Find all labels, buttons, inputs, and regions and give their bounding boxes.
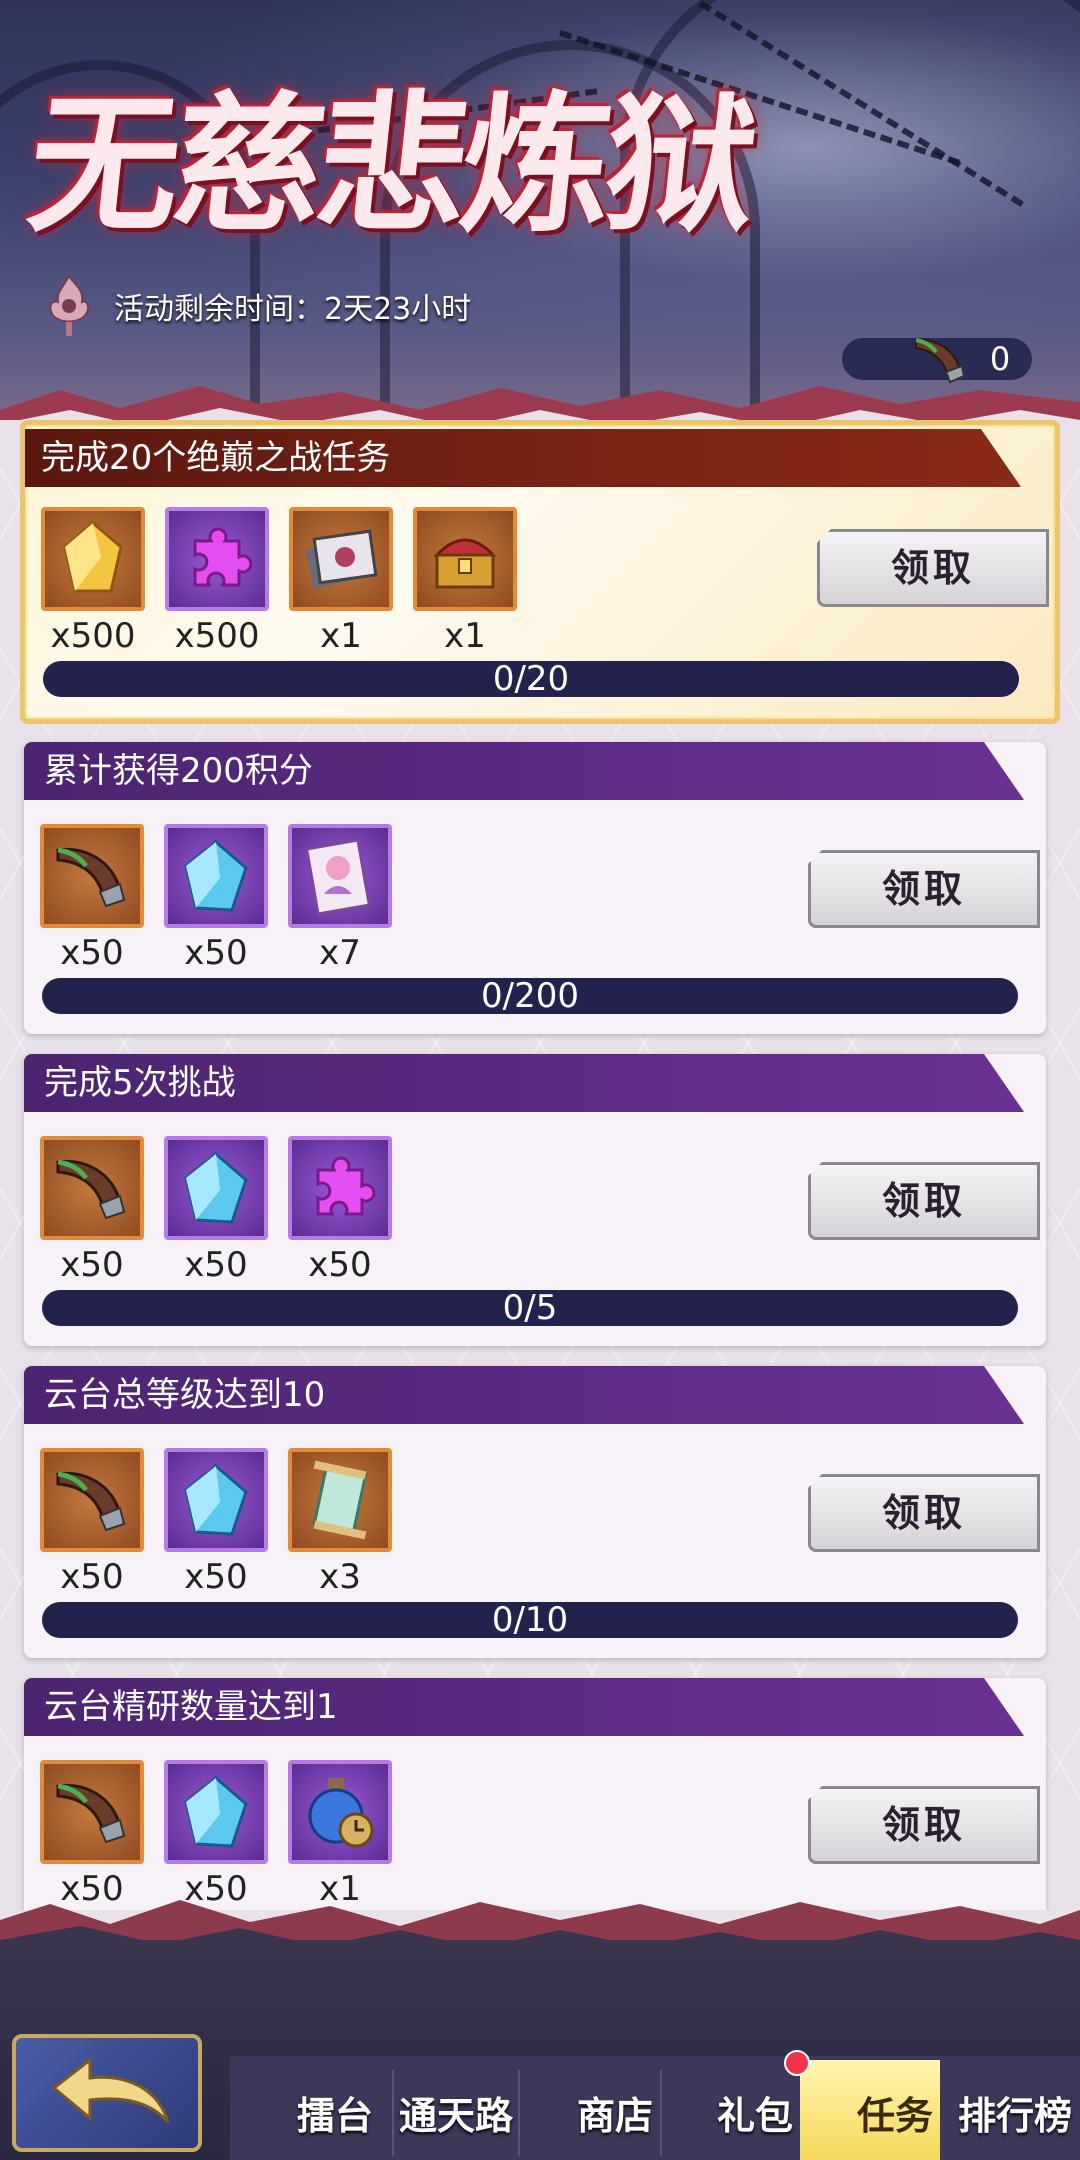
horn-icon — [910, 330, 970, 386]
event-timer: 活动剩余时间：2天23小时 — [114, 290, 471, 330]
progress-bar: 0/20 — [43, 661, 1019, 697]
task-title: 云台总等级达到10 — [24, 1366, 1024, 1424]
reward-item[interactable]: x1 — [288, 1760, 396, 1910]
reward-item[interactable]: x7 — [288, 824, 396, 978]
character-card-icon — [288, 824, 392, 928]
task-card: 云台总等级达到10 x50 x50 x3 领取 0/10 — [24, 1366, 1046, 1658]
reward-list: x50 x50 x1 — [40, 1760, 640, 1910]
reward-item[interactable]: x50 — [40, 1136, 148, 1290]
reward-item[interactable]: x50 — [40, 824, 148, 978]
back-button[interactable] — [12, 2034, 202, 2152]
event-title-logo: 无慈悲炼狱 — [20, 77, 760, 253]
tab-gift-pack[interactable]: 礼包 — [710, 2076, 800, 2156]
flame-sigil-icon — [36, 272, 102, 338]
task-list[interactable]: 完成20个绝巅之战任务 x500 x500 x1 x1 领取 0/20 累计获得… — [0, 420, 1080, 1910]
back-arrow-icon — [51, 2056, 170, 2124]
reward-quantity: x1 — [320, 616, 362, 656]
tab-tasks[interactable]: 任务 — [850, 2076, 940, 2156]
blue-crystal-icon — [164, 824, 268, 928]
event-header: 无慈悲炼狱 活动剩余时间：2天23小时 0 — [0, 0, 1080, 420]
reward-item[interactable]: x50 — [40, 1448, 148, 1602]
reward-quantity: x50 — [184, 1245, 248, 1285]
reward-item[interactable]: x500 — [165, 507, 273, 661]
reward-quantity: x1 — [444, 616, 486, 656]
blue-crystal-icon — [164, 1136, 268, 1240]
task-title: 完成5次挑战 — [24, 1054, 1024, 1112]
tab-arena[interactable]: 擂台 — [290, 2076, 380, 2156]
reward-item[interactable]: x3 — [288, 1448, 396, 1602]
reward-quantity: x3 — [319, 1557, 361, 1597]
reward-quantity: x50 — [308, 1245, 372, 1285]
tab-tower[interactable]: 通天路 — [396, 2076, 516, 2156]
tab-leaderboard[interactable]: 排行榜 — [950, 2076, 1080, 2156]
task-title: 累计获得200积分 — [24, 742, 1024, 800]
purple-puzzle-icon — [288, 1136, 392, 1240]
claim-button[interactable]: 领取 — [808, 850, 1040, 928]
reward-quantity: x50 — [184, 1557, 248, 1597]
progress-bar: 0/10 — [42, 1602, 1018, 1638]
task-card: 完成20个绝巅之战任务 x500 x500 x1 x1 领取 0/20 — [20, 420, 1060, 724]
tab-divider — [392, 2070, 394, 2156]
task-card: 累计获得200积分 x50 x50 x7 领取 0/200 — [24, 742, 1046, 1034]
torn-edge-decoration — [0, 386, 1080, 420]
task-title: 完成20个绝巅之战任务 — [25, 429, 1021, 487]
blue-crystal-icon — [164, 1760, 268, 1864]
horn-icon — [40, 1136, 144, 1240]
reward-item[interactable]: x50 — [164, 1136, 272, 1290]
reward-item[interactable]: x50 — [164, 1448, 272, 1602]
progress-bar: 0/5 — [42, 1290, 1018, 1326]
reward-list: x500 x500 x1 x1 — [41, 507, 641, 657]
currency-value: 0 — [989, 340, 1011, 378]
claim-button[interactable]: 领取 — [808, 1162, 1040, 1240]
reward-quantity: x500 — [50, 616, 136, 656]
reward-quantity: x50 — [60, 933, 124, 973]
card-stack-icon — [289, 507, 393, 611]
reward-item[interactable]: x50 — [40, 1760, 148, 1910]
scroll-icon — [288, 1448, 392, 1552]
reward-item[interactable]: x500 — [41, 507, 149, 661]
treasure-chest-icon — [413, 507, 517, 611]
claim-button[interactable]: 领取 — [817, 529, 1049, 607]
reward-item[interactable]: x50 — [164, 824, 272, 978]
reward-quantity: x7 — [319, 933, 361, 973]
timer-label: 活动剩余时间： — [114, 292, 324, 327]
reward-list: x50 x50 x50 — [40, 1136, 640, 1286]
task-card: 云台精研数量达到1 x50 x50 x1 领取 — [24, 1678, 1046, 1910]
notification-dot — [784, 2050, 810, 2076]
purple-puzzle-icon — [165, 507, 269, 611]
horn-icon — [40, 824, 144, 928]
reward-item[interactable]: x50 — [164, 1760, 272, 1910]
reward-list: x50 x50 x7 — [40, 824, 640, 974]
potion-clock-icon — [288, 1760, 392, 1864]
timer-value: 2天23小时 — [324, 292, 472, 327]
progress-bar: 0/200 — [42, 978, 1018, 1014]
claim-button[interactable]: 领取 — [808, 1786, 1040, 1864]
horn-icon — [40, 1760, 144, 1864]
reward-quantity: x50 — [184, 933, 248, 973]
tab-divider — [518, 2070, 520, 2156]
tab-divider — [660, 2070, 662, 2156]
horn-icon — [40, 1448, 144, 1552]
reward-item[interactable]: x1 — [413, 507, 521, 661]
reward-item[interactable]: x50 — [288, 1136, 396, 1290]
reward-item[interactable]: x1 — [289, 507, 397, 661]
blue-crystal-icon — [164, 1448, 268, 1552]
reward-list: x50 x50 x3 — [40, 1448, 640, 1598]
task-title: 云台精研数量达到1 — [24, 1678, 1024, 1736]
reward-quantity: x50 — [60, 1245, 124, 1285]
gold-crystal-icon — [41, 507, 145, 611]
tab-shop[interactable]: 商店 — [570, 2076, 660, 2156]
task-card: 完成5次挑战 x50 x50 x50 领取 0/5 — [24, 1054, 1046, 1346]
reward-quantity: x50 — [60, 1557, 124, 1597]
reward-quantity: x500 — [174, 616, 260, 656]
claim-button[interactable]: 领取 — [808, 1474, 1040, 1552]
